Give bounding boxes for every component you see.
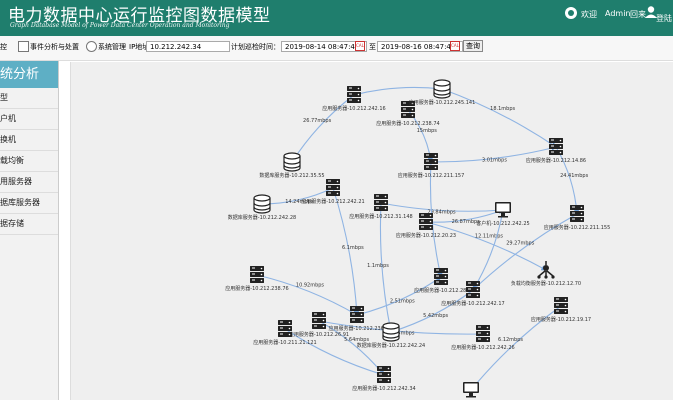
server-node[interactable] bbox=[326, 179, 340, 196]
node-label: 数据库服务器-10.212.242.24 bbox=[357, 342, 425, 349]
server-node[interactable] bbox=[278, 320, 292, 337]
edge-label: 15mbps bbox=[417, 128, 438, 134]
edge-label: 3.01mbps bbox=[482, 157, 507, 163]
edge-label: 12.11mbps bbox=[475, 234, 504, 240]
server-node[interactable] bbox=[350, 306, 364, 323]
server-node[interactable] bbox=[434, 268, 448, 285]
edge-label: 26.77mbps bbox=[303, 118, 332, 124]
node-label: 应用服务器-10.212.14.86 bbox=[526, 157, 586, 164]
server-node[interactable] bbox=[312, 312, 326, 329]
database-node[interactable] bbox=[382, 322, 400, 342]
gear-icon bbox=[86, 41, 97, 52]
client-node[interactable] bbox=[463, 382, 479, 398]
node-label: 应用服务器-10.212.20.23 bbox=[396, 232, 456, 239]
node-label: 应用服务器-10.212.242.21 bbox=[301, 198, 364, 205]
database-node[interactable] bbox=[433, 79, 451, 99]
server-node[interactable] bbox=[476, 325, 490, 342]
server-node[interactable] bbox=[374, 194, 388, 211]
server-node[interactable] bbox=[250, 266, 264, 283]
node-label: 应用服务器-10.212.238.74 bbox=[376, 120, 439, 127]
edge-label: 2.51mbps bbox=[390, 298, 415, 304]
node-label: 应用服务器-10.212.242.17 bbox=[441, 300, 504, 307]
calendar-icon[interactable]: CAL bbox=[355, 41, 365, 51]
sidebar-heading: 统分析 bbox=[0, 61, 58, 88]
sidebar-item-load-balancer[interactable]: 载均衡 bbox=[0, 151, 58, 172]
edge-label: 6.12mbps bbox=[498, 337, 523, 343]
balancer-node[interactable] bbox=[537, 261, 555, 279]
server-node[interactable] bbox=[419, 213, 433, 230]
toolbar: 控 事件分析与处置 系统管理 IP地址 10.212.242.34 计划巡检时间… bbox=[0, 36, 673, 61]
node-label: 应用服务器-10.212.26.91 bbox=[289, 331, 349, 338]
time-label: 计划巡检时间： bbox=[231, 43, 280, 51]
sidebar-item-app-server[interactable]: 用服务器 bbox=[0, 172, 58, 193]
database-node[interactable] bbox=[253, 194, 271, 214]
node-label: 应用服务器-10.212.242.16 bbox=[322, 105, 385, 112]
sidebar-item-client[interactable]: 户机 bbox=[0, 109, 58, 130]
edge-n3-n4[interactable] bbox=[441, 88, 557, 148]
sidebar-item-storage[interactable]: 据存储 bbox=[0, 214, 58, 235]
server-node[interactable] bbox=[424, 153, 438, 170]
ip-input[interactable]: 10.212.242.34 bbox=[146, 41, 230, 52]
edge-n14-n18[interactable] bbox=[256, 274, 358, 316]
server-node[interactable] bbox=[466, 281, 480, 298]
node-label: 应用服务器-10.212.242.34 bbox=[352, 385, 415, 392]
graph-svg: 18.1mbps 26.77mbps 15mbps 3.01mbps 24.41mbps… bbox=[225, 79, 611, 398]
server-node[interactable] bbox=[377, 366, 391, 383]
node-label: 应用服务器-10.212.19.17 bbox=[531, 316, 591, 323]
edge-label: 18.1mbps bbox=[490, 106, 515, 112]
username[interactable]: Admin bbox=[605, 9, 631, 18]
node-label: 应用服务器-10.211.21.121 bbox=[253, 339, 316, 346]
login-link[interactable]: 登陆 bbox=[656, 13, 672, 24]
edge-label: 29.27mbps bbox=[506, 241, 535, 247]
sidebar: 统分析 型 户机 换机 载均衡 用服务器 据库服务器 据存储 bbox=[0, 61, 59, 400]
edge-n8-n18[interactable] bbox=[332, 187, 360, 316]
database-node[interactable] bbox=[283, 152, 301, 172]
user-area: 欢迎 Admin 回来 登陆 bbox=[565, 5, 673, 25]
calendar-icon[interactable]: CAL bbox=[450, 41, 460, 51]
edge-label: 10.92mbps bbox=[296, 283, 325, 289]
query-button[interactable]: 查询 bbox=[463, 40, 483, 52]
sidebar-item-model[interactable]: 型 bbox=[0, 88, 58, 109]
node-label: 客户机-10.212.242.25 bbox=[476, 220, 529, 227]
node-label: 应用服务器-10.212.238.76 bbox=[225, 285, 288, 292]
server-node[interactable] bbox=[549, 138, 563, 155]
node-label: 应用服务器-10.212.211.155 bbox=[544, 224, 611, 231]
sidebar-item-switch[interactable]: 换机 bbox=[0, 130, 58, 151]
edge-label: 24.41mbps bbox=[560, 173, 589, 179]
node-label: 应用服务器-10.212.31.148 bbox=[349, 213, 412, 220]
node-label: 应用服务器-10.212.236. bbox=[328, 325, 385, 332]
sidebar-item-db-server[interactable]: 据库服务器 bbox=[0, 193, 58, 214]
node-label: 数据库服务器-10.212.35.55 bbox=[259, 172, 324, 179]
server-node[interactable] bbox=[347, 86, 361, 103]
edge-n18-n15[interactable] bbox=[356, 276, 442, 316]
node-label: 数据库服务器-10.212.242.28 bbox=[228, 214, 296, 221]
avatar[interactable] bbox=[565, 7, 577, 19]
welcome-text: 欢迎 bbox=[581, 10, 597, 19]
chart-icon bbox=[18, 41, 29, 52]
to-label: 至 bbox=[369, 43, 376, 51]
node-label: 负载均衡服务器-10.212.12.70 bbox=[511, 280, 581, 287]
node-label: 应用服务器-10.212.211.157 bbox=[398, 172, 465, 179]
app-subtitle: Graph Database Model of Power Data Cente… bbox=[10, 22, 230, 29]
node-label: 应用服务器-10.212.245.141 bbox=[409, 99, 476, 106]
node-label: 应用服务器-10.212.28. bbox=[414, 287, 468, 294]
edge-label: 5.42mbps bbox=[423, 313, 448, 319]
server-node[interactable] bbox=[554, 297, 568, 314]
server-node[interactable] bbox=[570, 205, 584, 222]
edge-n16-n21[interactable] bbox=[390, 289, 474, 334]
edge-n1-n3[interactable] bbox=[353, 85, 443, 96]
node-label: 应用服务器-10.212.242.26 bbox=[451, 344, 514, 351]
app-header: 电力数据中心运行监控图数据模型 Graph Database Model of … bbox=[0, 0, 673, 36]
edge-label: 1.1mbps bbox=[367, 263, 389, 269]
edge-label: 6.1mbps bbox=[342, 245, 364, 251]
graph-canvas[interactable]: 18.1mbps 26.77mbps 15mbps 3.01mbps 24.41mbps… bbox=[70, 62, 673, 400]
client-node[interactable] bbox=[495, 202, 511, 218]
toolbar-item-partial[interactable]: 控 bbox=[0, 42, 7, 52]
